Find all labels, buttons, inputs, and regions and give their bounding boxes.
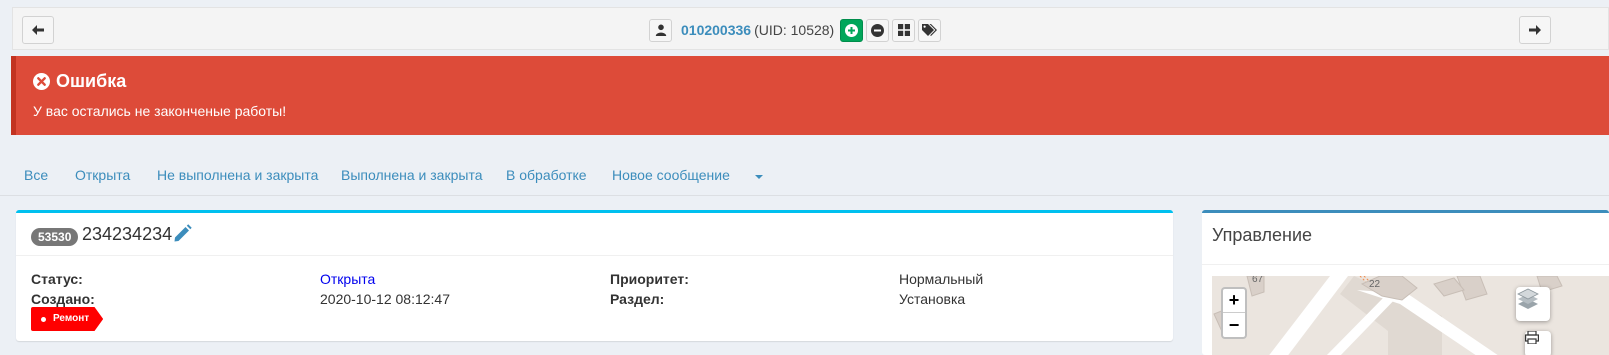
print-button[interactable]: [1525, 331, 1551, 355]
back-button[interactable]: [22, 16, 54, 44]
repair-tag: Ремонт: [31, 307, 104, 331]
status-filter-tabs: Все Открыта Не выполнена и закрыта Выпол…: [0, 148, 1609, 196]
section-label: Раздел:: [610, 291, 665, 307]
print-icon: [1525, 331, 1539, 344]
priority-value: Нормальный: [899, 271, 984, 287]
ticket-id-badge: 53530: [31, 228, 79, 246]
error-alert: Ошибка У вас остались не законченые рабо…: [11, 56, 1609, 135]
tab-done-closed[interactable]: Выполнена и закрыта: [341, 167, 482, 183]
ticket-title: 234234234: [82, 224, 173, 244]
minus-circle-icon: [871, 23, 885, 37]
subscriber-info: 010200336 (UID: 10528): [649, 17, 942, 43]
ticket-header: 53530 234234234: [16, 213, 1173, 256]
more-tabs-dropdown[interactable]: [755, 175, 763, 179]
zoom-out-button[interactable]: −: [1223, 313, 1245, 337]
tab-open[interactable]: Открыта: [75, 167, 130, 183]
panel-divider: [1202, 264, 1609, 265]
created-value: 2020-10-12 08:12:47: [320, 291, 450, 307]
control-panel: Управление 67 22 + −: [1202, 210, 1609, 355]
zoom-in-button[interactable]: +: [1223, 289, 1245, 313]
edit-button[interactable]: [173, 224, 192, 246]
map[interactable]: 67 22 + −: [1212, 276, 1609, 355]
user-button[interactable]: [649, 18, 672, 42]
layers-button[interactable]: [1516, 287, 1550, 321]
tab-not-done-closed[interactable]: Не выполнена и закрыта: [157, 167, 318, 183]
layers-icon: [1517, 288, 1539, 309]
map-zoom-control: + −: [1221, 287, 1247, 339]
alert-message: У вас остались не законченые работы!: [33, 103, 287, 119]
tag-label: Ремонт: [53, 313, 90, 324]
status-value[interactable]: Открыта: [320, 271, 375, 287]
forward-button[interactable]: [1519, 16, 1551, 44]
tab-all[interactable]: Все: [24, 167, 48, 183]
tab-in-progress[interactable]: В обработке: [506, 167, 587, 183]
pencil-icon: [174, 224, 192, 242]
add-button[interactable]: [840, 18, 864, 42]
alert-title: Ошибка: [33, 71, 126, 92]
section-value: Установка: [899, 291, 966, 307]
arrow-left-icon: [32, 25, 44, 35]
panel-title: Управление: [1212, 225, 1313, 245]
created-label: Создано:: [31, 291, 95, 307]
ticket-box: 53530 234234234 Статус: Открыта Приорите…: [16, 210, 1173, 341]
times-circle-icon: [33, 73, 50, 90]
plus-circle-icon: [845, 23, 859, 37]
tags-icon: [922, 23, 938, 36]
subscriber-login-link[interactable]: 010200336: [681, 22, 751, 38]
map-house-label: 67: [1252, 276, 1264, 285]
tags-button[interactable]: [918, 18, 942, 42]
tab-new-message[interactable]: Новое сообщение: [612, 167, 730, 183]
grid-icon: [897, 24, 910, 36]
arrow-right-icon: [1529, 25, 1541, 35]
grid-button[interactable]: [892, 18, 916, 42]
tag-dot-icon: [41, 316, 46, 322]
priority-label: Приоритет:: [610, 271, 689, 287]
top-toolbar: 010200336 (UID: 10528): [12, 7, 1609, 50]
remove-button[interactable]: [866, 18, 890, 42]
user-icon: [655, 24, 666, 36]
status-label: Статус:: [31, 271, 83, 287]
alert-title-text: Ошибка: [56, 71, 127, 91]
subscriber-uid: (UID: 10528): [754, 22, 835, 38]
map-house-label: 22: [1369, 279, 1381, 290]
